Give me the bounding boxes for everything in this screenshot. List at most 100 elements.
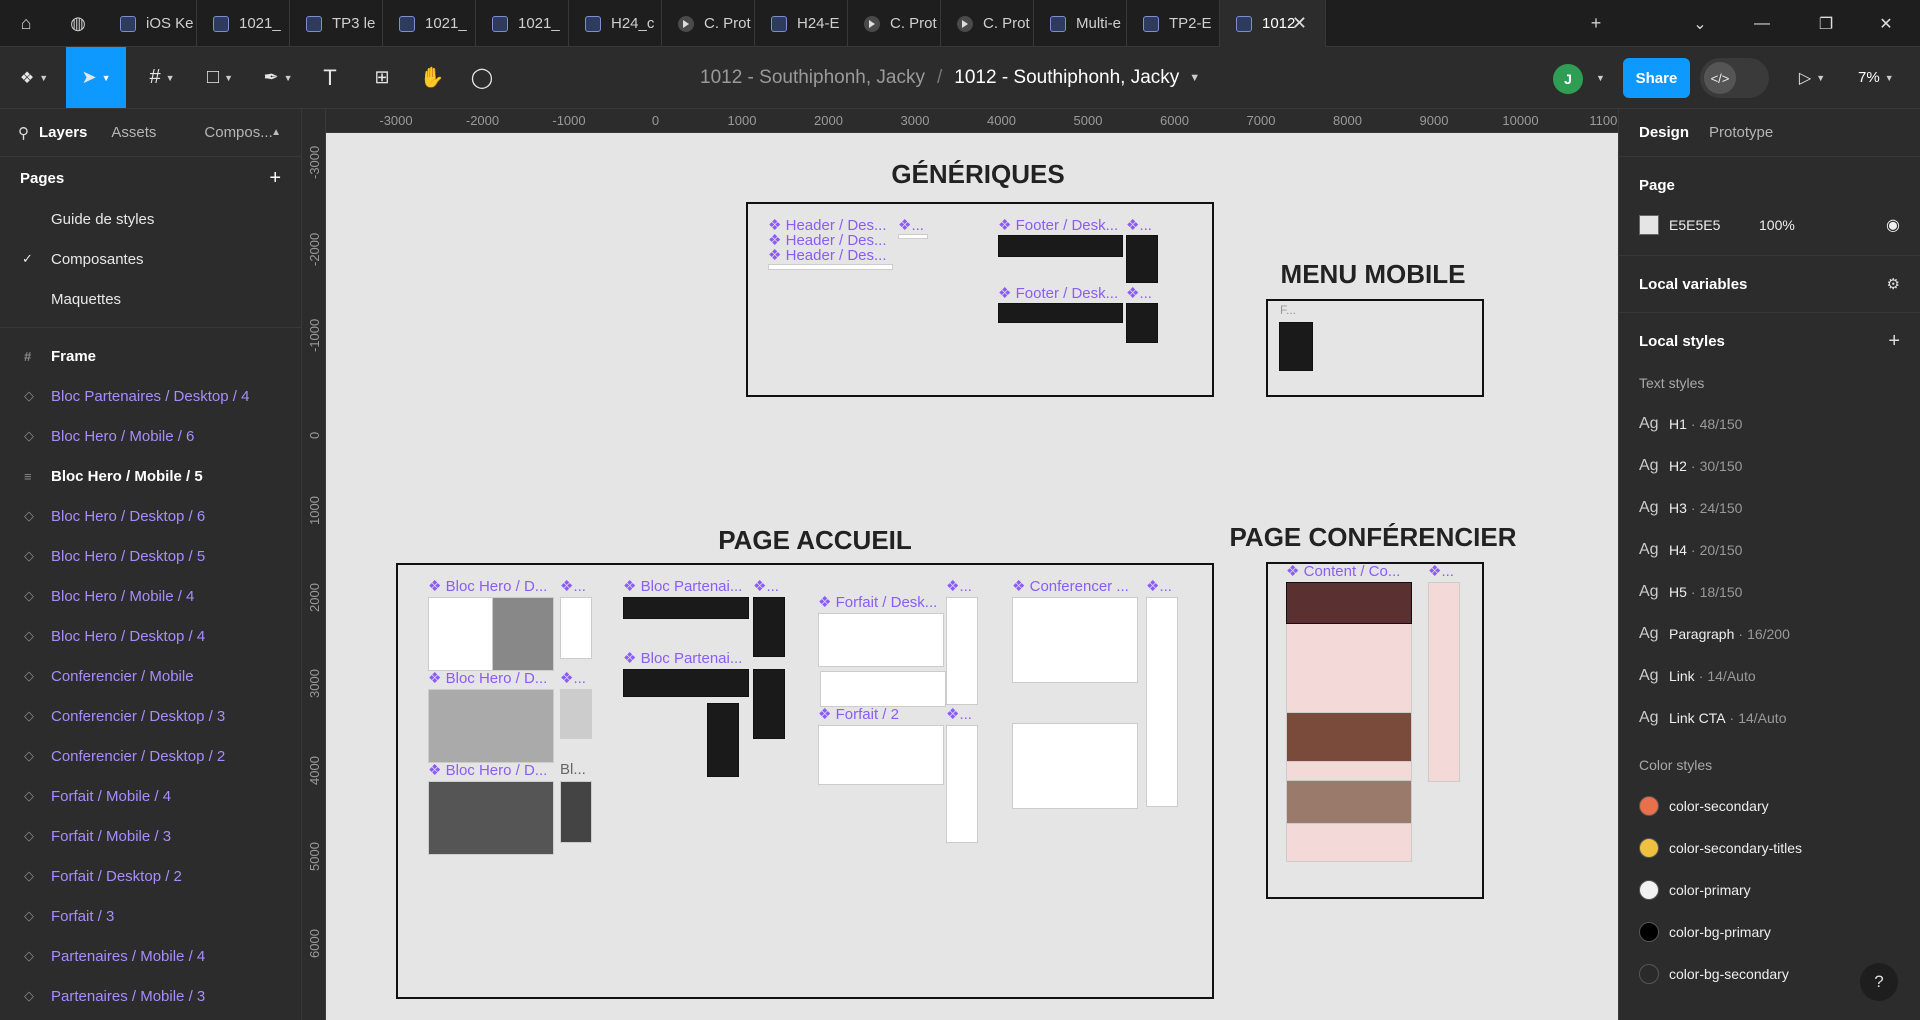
layer-item[interactable]: ◇ Conferencier / Mobile [0, 656, 301, 696]
pen-tool-button[interactable]: ✒ ▼ [256, 47, 300, 108]
frame-page-conferencier[interactable]: ❖ Content / Co... ❖... [1266, 562, 1484, 899]
component-label[interactable]: ❖ Content / Co... [1286, 562, 1400, 580]
text-style-item[interactable]: Ag Paragraph · 16/200 [1619, 613, 1920, 655]
browser-tab[interactable]: 1021_ [476, 0, 569, 47]
layer-item[interactable]: ◇ Forfait / Mobile / 3 [0, 816, 301, 856]
close-window-icon[interactable]: ✕ [1856, 0, 1916, 47]
text-style-item[interactable]: Ag Link · 14/Auto [1619, 655, 1920, 697]
chevron-up-icon[interactable]: ▲ [271, 127, 281, 138]
header-thumbnail[interactable] [768, 264, 893, 270]
community-globe-icon[interactable]: ◍ [52, 0, 104, 47]
layer-item[interactable]: ≡ Bloc Hero / Mobile / 5 [0, 456, 301, 496]
add-page-icon[interactable]: + [269, 167, 281, 190]
partners-thumbnail[interactable] [707, 703, 739, 777]
component-label[interactable]: ❖ Footer / Desk... [998, 284, 1118, 302]
layer-item[interactable]: ◇ Forfait / Desktop / 2 [0, 856, 301, 896]
frame-title-generiques[interactable]: GÉNÉRIQUES [891, 159, 1064, 190]
browser-tab[interactable]: iOS Ke [104, 0, 197, 47]
layer-item[interactable]: ◇ Bloc Hero / Mobile / 6 [0, 416, 301, 456]
browser-tab[interactable]: C. Prot [662, 0, 755, 47]
minimize-icon[interactable]: — [1732, 0, 1792, 47]
home-icon[interactable]: ⌂ [0, 0, 52, 47]
content-thumbnail[interactable] [1428, 582, 1460, 782]
forfait-thumbnail[interactable] [946, 597, 978, 705]
move-tool-button[interactable]: ➤ ▼ [66, 47, 126, 108]
layer-item[interactable]: ◇ Forfait / 3 [0, 896, 301, 936]
layer-item[interactable]: ◇ Bloc Hero / Desktop / 5 [0, 536, 301, 576]
conferencier-thumbnail[interactable] [1146, 597, 1178, 807]
component-label[interactable]: ❖ Bloc Hero / D... [428, 577, 547, 595]
frame-title-page-conferencier[interactable]: PAGE CONFÉRENCIER [1230, 522, 1517, 553]
page-item[interactable]: ✓ Composantes [0, 239, 301, 279]
tab-prototype[interactable]: Prototype [1709, 124, 1773, 141]
tab-components[interactable]: Compos... [204, 124, 272, 141]
component-label[interactable]: ❖ Footer / Desk... [998, 216, 1118, 234]
frame-title-page-accueil[interactable]: PAGE ACCUEIL [718, 525, 912, 556]
hero-thumbnail[interactable] [560, 781, 592, 843]
layer-item[interactable]: ◇ Partenaires / Mobile / 4 [0, 936, 301, 976]
tab-list-chevron-icon[interactable]: ⌄ [1670, 0, 1730, 47]
page-color-opacity[interactable]: 100% [1759, 217, 1795, 233]
project-name[interactable]: 1012 - Southiphonh, Jacky [700, 67, 925, 89]
close-tab-icon[interactable]: ✕ [1292, 13, 1307, 34]
tab-assets[interactable]: Assets [111, 124, 156, 141]
conferencier-thumbnail[interactable] [1012, 597, 1138, 683]
text-style-item[interactable]: Ag Link CTA · 14/Auto [1619, 697, 1920, 739]
page-color-hex[interactable]: E5E5E5 [1669, 217, 1759, 233]
component-label[interactable]: ❖ Forfait / 2 [818, 705, 899, 723]
file-title[interactable]: 1012 - Southiphonh, Jacky / 1012 - South… [700, 47, 1200, 108]
layer-item[interactable]: ◇ Bloc Hero / Mobile / 4 [0, 576, 301, 616]
browser-tab[interactable]: TP3 le [290, 0, 383, 47]
local-variables-row[interactable]: Local variables ⚙ [1619, 262, 1920, 306]
avatar-chevron-icon[interactable]: ▼ [1588, 47, 1608, 108]
menu-thumbnail[interactable] [1279, 322, 1313, 371]
component-label[interactable]: ❖... [560, 669, 586, 687]
variables-settings-icon[interactable]: ⚙ [1887, 275, 1900, 293]
component-label[interactable]: ❖... [898, 216, 924, 234]
browser-tab[interactable]: C. Prot [848, 0, 941, 47]
forfait-thumbnail[interactable] [818, 725, 944, 785]
page-item[interactable]: Maquettes [0, 279, 301, 319]
frame-menu-mobile[interactable]: F... [1266, 299, 1484, 397]
hero-thumbnail[interactable] [560, 689, 592, 739]
hero-thumbnail[interactable] [560, 597, 592, 659]
component-label[interactable]: ❖... [753, 577, 779, 595]
text-style-item[interactable]: Ag H2 · 30/150 [1619, 445, 1920, 487]
color-style-item[interactable]: color-bg-primary [1619, 911, 1920, 953]
component-label[interactable]: ❖ Bloc Partenai... [623, 577, 742, 595]
component-label[interactable]: ❖ Conferencer ... [1012, 577, 1129, 595]
layer-item[interactable]: ◇ Conferencier / Desktop / 2 [0, 736, 301, 776]
component-label[interactable]: ❖ Header / Des... [768, 246, 887, 264]
search-icon[interactable]: ⚲ [18, 124, 29, 142]
chevron-down-icon[interactable]: ▼ [1189, 72, 1200, 84]
component-label[interactable]: ❖... [946, 577, 972, 595]
component-label[interactable]: ❖... [946, 705, 972, 723]
partners-thumbnail[interactable] [623, 597, 749, 619]
new-tab-icon[interactable]: + [1570, 0, 1622, 47]
present-button[interactable]: ▷ ▼ [1792, 47, 1832, 108]
browser-tab[interactable]: Multi-e [1034, 0, 1127, 47]
component-label[interactable]: ❖ Forfait / Desk... [818, 593, 937, 611]
hero-thumbnail[interactable] [428, 689, 554, 763]
browser-tab[interactable]: H24-E [755, 0, 848, 47]
browser-tab[interactable]: 1021_ [197, 0, 290, 47]
add-style-icon[interactable]: + [1888, 330, 1900, 353]
resources-tool-button[interactable]: ⊞ [364, 47, 400, 108]
design-canvas[interactable]: GÉNÉRIQUES ❖ Header / Des... ❖ Header / … [302, 109, 1618, 1020]
frame-title-menu-mobile[interactable]: MENU MOBILE [1281, 259, 1466, 290]
layer-item[interactable]: ◇ Bloc Hero / Desktop / 6 [0, 496, 301, 536]
avatar[interactable]: J [1553, 64, 1583, 94]
browser-tab[interactable]: 1012 ✕ [1220, 0, 1326, 47]
hero-thumbnail[interactable] [428, 781, 554, 855]
layer-item[interactable]: ◇ Bloc Hero / Desktop / 4 [0, 616, 301, 656]
component-label[interactable]: ❖ Bloc Hero / D... [428, 669, 547, 687]
component-label[interactable]: Bl... [560, 761, 586, 778]
restore-icon[interactable]: ❐ [1796, 0, 1856, 47]
text-style-item[interactable]: Ag H5 · 18/150 [1619, 571, 1920, 613]
component-label[interactable]: ❖ Bloc Hero / D... [428, 761, 547, 779]
file-name[interactable]: 1012 - Southiphonh, Jacky [954, 67, 1179, 89]
header-thumbnail[interactable] [898, 234, 928, 239]
shape-tool-button[interactable]: □ ▼ [198, 47, 242, 108]
browser-tab[interactable]: 1021_ [383, 0, 476, 47]
color-style-item[interactable]: color-secondary-titles [1619, 827, 1920, 869]
